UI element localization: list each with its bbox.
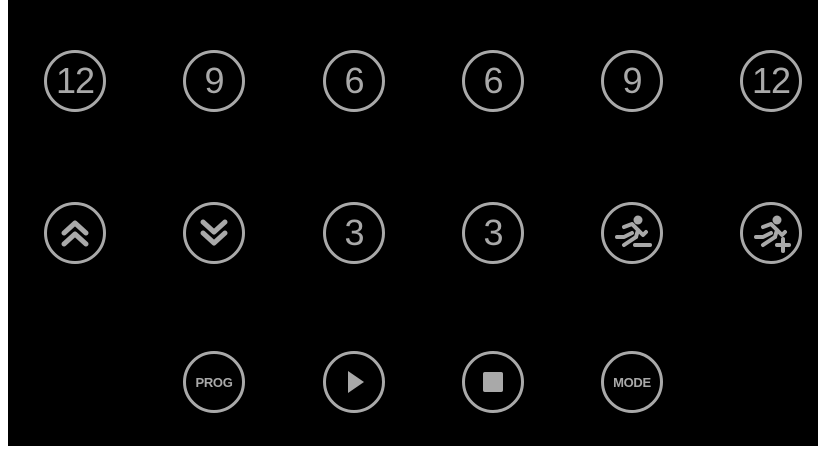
button-label: 3 [344, 212, 364, 253]
program-button[interactable]: PROG [183, 351, 245, 413]
button-label: 9 [622, 60, 642, 101]
speed-up-button[interactable] [740, 202, 802, 264]
preset-right-3-button[interactable]: 3 [462, 202, 524, 264]
incline-up-button[interactable] [44, 202, 106, 264]
chevrons-down-icon [197, 216, 231, 250]
stop-button[interactable] [462, 351, 524, 413]
chevrons-up-icon [58, 216, 92, 250]
button-label: 3 [483, 212, 503, 253]
preset-right-6-button[interactable]: 6 [462, 50, 524, 112]
button-label: MODE [613, 374, 651, 390]
preset-left-6-button[interactable]: 6 [323, 50, 385, 112]
button-label: PROG [195, 374, 233, 390]
button-label: 12 [55, 60, 95, 101]
play-icon [339, 367, 369, 397]
preset-right-9-button[interactable]: 9 [601, 50, 663, 112]
preset-left-12-button[interactable]: 12 [44, 50, 106, 112]
incline-down-button[interactable] [183, 202, 245, 264]
runner-minus-icon [610, 211, 654, 255]
preset-left-3-button[interactable]: 3 [323, 202, 385, 264]
runner-plus-icon [749, 211, 793, 255]
speed-down-button[interactable] [601, 202, 663, 264]
preset-left-9-button[interactable]: 9 [183, 50, 245, 112]
start-button[interactable] [323, 351, 385, 413]
button-label: 6 [344, 60, 364, 101]
button-label: 9 [204, 60, 224, 101]
control-panel: 12 9 6 6 9 12 3 3 PROG MODE [8, 0, 818, 446]
stop-icon [480, 369, 506, 395]
button-label: 6 [483, 60, 503, 101]
mode-button[interactable]: MODE [601, 351, 663, 413]
button-label: 12 [751, 60, 791, 101]
preset-right-12-button[interactable]: 12 [740, 50, 802, 112]
